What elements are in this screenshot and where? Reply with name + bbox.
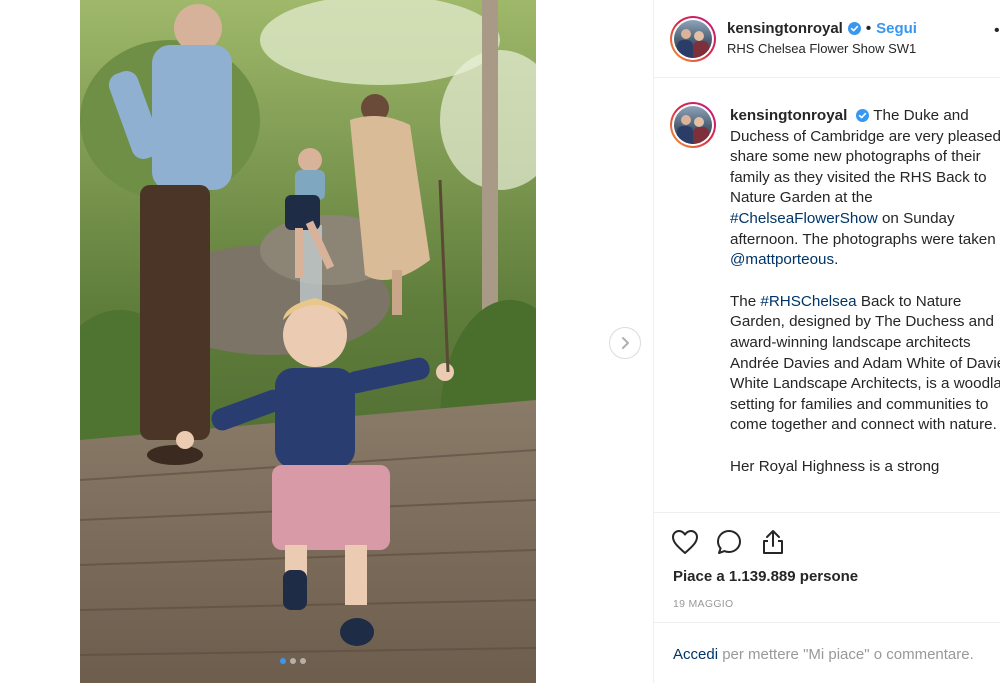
avatar-ring (672, 18, 714, 60)
follow-button[interactable]: Segui (876, 20, 917, 37)
likes-count[interactable]: Piace a 1.139.889 persone (673, 568, 858, 585)
caption-text: . (834, 251, 839, 269)
comment-button[interactable] (714, 527, 744, 557)
caption-text: Back to Nature Garden, designed by The D… (730, 292, 1000, 434)
family-garden-photo (80, 0, 536, 683)
chevron-right-icon (622, 337, 629, 349)
avatar-image (674, 20, 712, 58)
save-button[interactable] (994, 527, 1000, 557)
hashtag-link[interactable]: #ChelseaFlowerShow (730, 210, 878, 227)
heart-icon (672, 530, 698, 554)
instagram-post-page: kensingtonroyal • Segui RHS Chelsea Flow… (0, 0, 1000, 683)
next-photo-button[interactable] (609, 327, 641, 359)
caption-text: The (730, 292, 761, 310)
login-prompt-text: per mettere "Mi piace" o commentare. (718, 646, 974, 663)
post-date[interactable]: 19 MAGGIO (673, 598, 733, 610)
login-prompt: Accedi per mettere "Mi piace" o commenta… (654, 622, 1000, 683)
username-link[interactable]: kensingtonroyal (727, 20, 843, 37)
like-button[interactable] (670, 527, 700, 557)
login-text: Accedi per mettere "Mi piace" o commenta… (673, 646, 974, 663)
hashtag-link[interactable]: #RHSChelsea (760, 293, 856, 310)
post-caption: kensingtonroyal The Duke and Duchess of … (730, 106, 1000, 478)
header-user-line: kensingtonroyal • Segui (727, 20, 917, 37)
avatar[interactable] (670, 16, 716, 62)
verified-badge-icon (856, 109, 870, 123)
carousel-dot (280, 658, 286, 664)
avatar-image (674, 106, 712, 144)
post-photo[interactable] (80, 0, 536, 683)
carousel-dot (300, 658, 306, 664)
caption-username-link[interactable]: kensingtonroyal (730, 107, 847, 124)
post-header: kensingtonroyal • Segui RHS Chelsea Flow… (654, 0, 1000, 78)
comment-icon (717, 530, 741, 554)
verified-badge-icon (847, 22, 861, 35)
carousel-dot (290, 658, 296, 664)
post-actions: Piace a 1.139.889 persone 19 MAGGIO (654, 512, 1000, 622)
mention-link[interactable]: @mattporteous (730, 251, 834, 268)
more-options-icon[interactable]: ••• (994, 22, 1000, 40)
location-link[interactable]: RHS Chelsea Flower Show SW1 (727, 41, 916, 56)
share-icon (763, 530, 783, 554)
comments-area[interactable]: kensingtonroyal The Duke and Duchess of … (654, 78, 1000, 512)
scroll-fade (654, 496, 1000, 512)
separator-dot: • (865, 20, 872, 37)
caption-text: Her Royal Highness is a strong (730, 457, 940, 475)
action-icons (670, 527, 788, 557)
carousel-indicator (280, 658, 306, 664)
post-side-panel: kensingtonroyal • Segui RHS Chelsea Flow… (653, 0, 1000, 683)
media-column (0, 0, 653, 683)
share-button[interactable] (758, 527, 788, 557)
login-link[interactable]: Accedi (673, 646, 718, 663)
avatar-ring (672, 104, 714, 146)
avatar[interactable] (670, 102, 716, 148)
